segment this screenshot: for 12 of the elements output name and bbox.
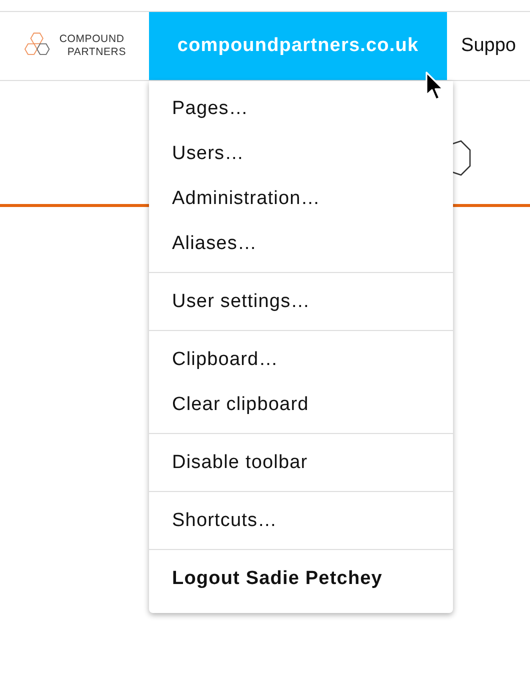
logo-text: PARTNERS: [66, 46, 126, 59]
menu-item[interactable]: Pages…: [149, 86, 453, 131]
menu-item[interactable]: Aliases…: [149, 221, 453, 266]
menu-item[interactable]: Logout Sadie Petchey: [149, 556, 453, 601]
menu-item[interactable]: Clipboard…: [149, 337, 453, 382]
menu-item[interactable]: Clear clipboard: [149, 382, 453, 427]
menu-item[interactable]: Users…: [149, 131, 453, 176]
menu-item[interactable]: Administration…: [149, 176, 453, 221]
menu-item[interactable]: Shortcuts…: [149, 498, 453, 543]
menu-item[interactable]: User settings…: [149, 279, 453, 324]
logo-text: COMPOUND: [59, 33, 126, 46]
menu-item[interactable]: Disable toolbar: [149, 440, 453, 485]
